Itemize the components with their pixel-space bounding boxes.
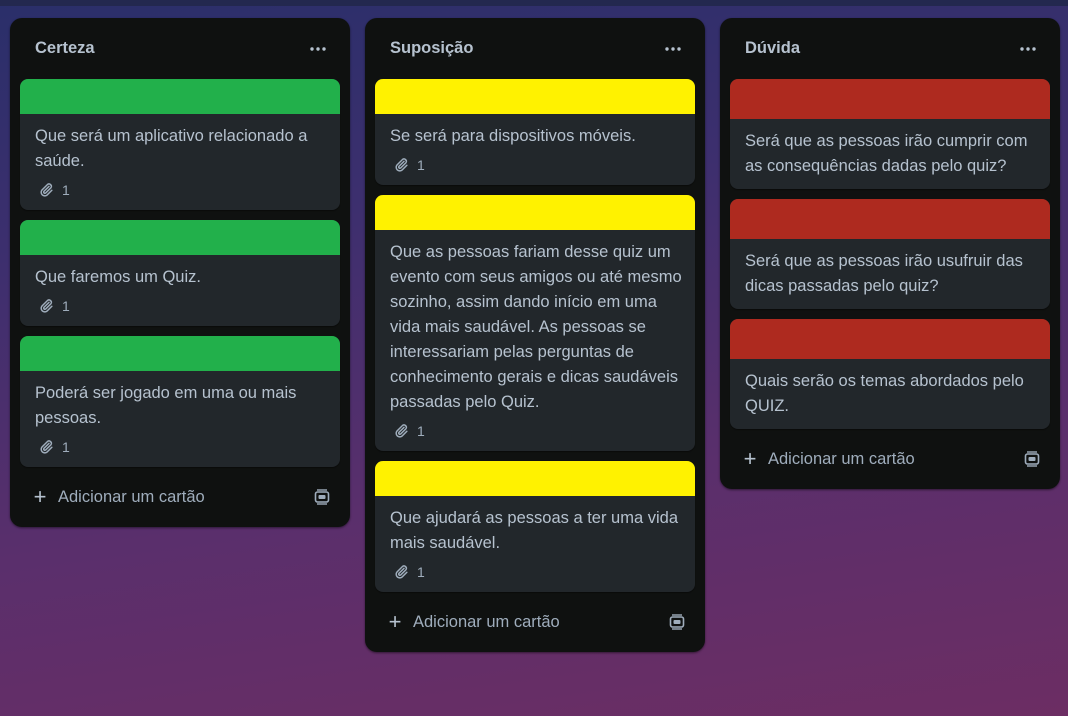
- card-cover-red: [730, 319, 1050, 359]
- attachment-icon: [40, 440, 53, 454]
- list-title[interactable]: Suposição: [390, 39, 473, 58]
- card-cover-yellow: [375, 79, 695, 114]
- more-icon: [1020, 46, 1036, 51]
- card[interactable]: Quais serão os temas abordados pelo QUIZ…: [730, 319, 1050, 429]
- add-card-label: Adicionar um cartão: [768, 449, 915, 468]
- attachment-icon: [395, 565, 408, 579]
- list-menu-button[interactable]: [657, 33, 689, 65]
- add-card-button[interactable]: + Adicionar um cartão: [387, 611, 560, 633]
- list-footer: + Adicionar um cartão: [730, 429, 1050, 489]
- attachment-count: 1: [62, 439, 70, 455]
- card[interactable]: Que faremos um Quiz. 1: [20, 220, 340, 326]
- list-suposicao: Suposição Se será para dispositivos móve…: [365, 18, 705, 652]
- card-title: Que ajudará as pessoas a ter uma vida ma…: [390, 509, 679, 552]
- card[interactable]: Será que as pessoas irão cumprir com as …: [730, 79, 1050, 189]
- card[interactable]: Se será para dispositivos móveis. 1: [375, 79, 695, 185]
- card-cover-green: [20, 336, 340, 371]
- plus-icon: +: [388, 609, 402, 634]
- template-icon: [314, 489, 330, 505]
- card-cover-red: [730, 79, 1050, 119]
- card-title: Se será para dispositivos móveis.: [390, 127, 636, 145]
- card-title: Será que as pessoas irão cumprir com as …: [745, 132, 1028, 175]
- attachment-count: 1: [62, 182, 70, 198]
- attachment-badge: 1: [390, 421, 683, 441]
- more-icon: [310, 46, 326, 51]
- attachment-badge: 1: [390, 155, 683, 175]
- card[interactable]: Que as pessoas fariam desse quiz um even…: [375, 195, 695, 451]
- card-title: Poderá ser jogado em uma ou mais pessoas…: [35, 384, 297, 427]
- list-header: Certeza: [20, 18, 340, 79]
- card-cover-green: [20, 79, 340, 114]
- create-from-template-button[interactable]: [1022, 449, 1042, 469]
- add-card-label: Adicionar um cartão: [58, 487, 205, 506]
- attachment-icon: [395, 158, 408, 172]
- list-footer: + Adicionar um cartão: [375, 592, 695, 652]
- more-icon: [665, 46, 681, 51]
- attachment-badge: 1: [390, 562, 683, 582]
- card-title: Quais serão os temas abordados pelo QUIZ…: [745, 372, 1024, 415]
- list-header: Suposição: [375, 18, 695, 79]
- card-list: Que será um aplicativo relacionado a saú…: [20, 79, 340, 467]
- card[interactable]: Será que as pessoas irão usufruir das di…: [730, 199, 1050, 309]
- template-icon: [1024, 451, 1040, 467]
- template-icon: [669, 614, 685, 630]
- board: Certeza Que será um aplicativo relaciona…: [10, 18, 1060, 652]
- plus-icon: +: [743, 446, 757, 471]
- attachment-icon: [40, 299, 53, 313]
- create-from-template-button[interactable]: [667, 612, 687, 632]
- card-title: Que faremos um Quiz.: [35, 268, 201, 286]
- attachment-badge: 1: [35, 296, 328, 316]
- plus-icon: +: [33, 484, 47, 509]
- card-cover-yellow: [375, 461, 695, 496]
- attachment-badge: 1: [35, 180, 328, 200]
- card-cover-red: [730, 199, 1050, 239]
- card-title: Que será um aplicativo relacionado a saú…: [35, 127, 308, 170]
- attachment-badge: 1: [35, 437, 328, 457]
- list-menu-button[interactable]: [1012, 33, 1044, 65]
- attachment-icon: [40, 183, 53, 197]
- card-cover-yellow: [375, 195, 695, 230]
- card[interactable]: Que ajudará as pessoas a ter uma vida ma…: [375, 461, 695, 592]
- list-title[interactable]: Dúvida: [745, 39, 800, 58]
- card-cover-green: [20, 220, 340, 255]
- card-list: Será que as pessoas irão cumprir com as …: [730, 79, 1050, 429]
- add-card-button[interactable]: + Adicionar um cartão: [742, 448, 915, 470]
- attachment-count: 1: [417, 564, 425, 580]
- list-footer: + Adicionar um cartão: [20, 467, 340, 527]
- attachment-count: 1: [62, 298, 70, 314]
- add-card-label: Adicionar um cartão: [413, 612, 560, 631]
- card-title: Que as pessoas fariam desse quiz um even…: [390, 243, 682, 411]
- card[interactable]: Poderá ser jogado em uma ou mais pessoas…: [20, 336, 340, 467]
- list-menu-button[interactable]: [302, 33, 334, 65]
- list-header: Dúvida: [730, 18, 1050, 79]
- list-title[interactable]: Certeza: [35, 39, 95, 58]
- list-duvida: Dúvida Será que as pessoas irão cumprir …: [720, 18, 1060, 489]
- top-bar-strip: [0, 0, 1068, 6]
- card[interactable]: Que será um aplicativo relacionado a saú…: [20, 79, 340, 210]
- card-list: Se será para dispositivos móveis. 1 Que …: [375, 79, 695, 592]
- attachment-count: 1: [417, 157, 425, 173]
- attachment-count: 1: [417, 423, 425, 439]
- list-certeza: Certeza Que será um aplicativo relaciona…: [10, 18, 350, 527]
- create-from-template-button[interactable]: [312, 487, 332, 507]
- card-title: Será que as pessoas irão usufruir das di…: [745, 252, 1023, 295]
- attachment-icon: [395, 424, 408, 438]
- add-card-button[interactable]: + Adicionar um cartão: [32, 486, 205, 508]
